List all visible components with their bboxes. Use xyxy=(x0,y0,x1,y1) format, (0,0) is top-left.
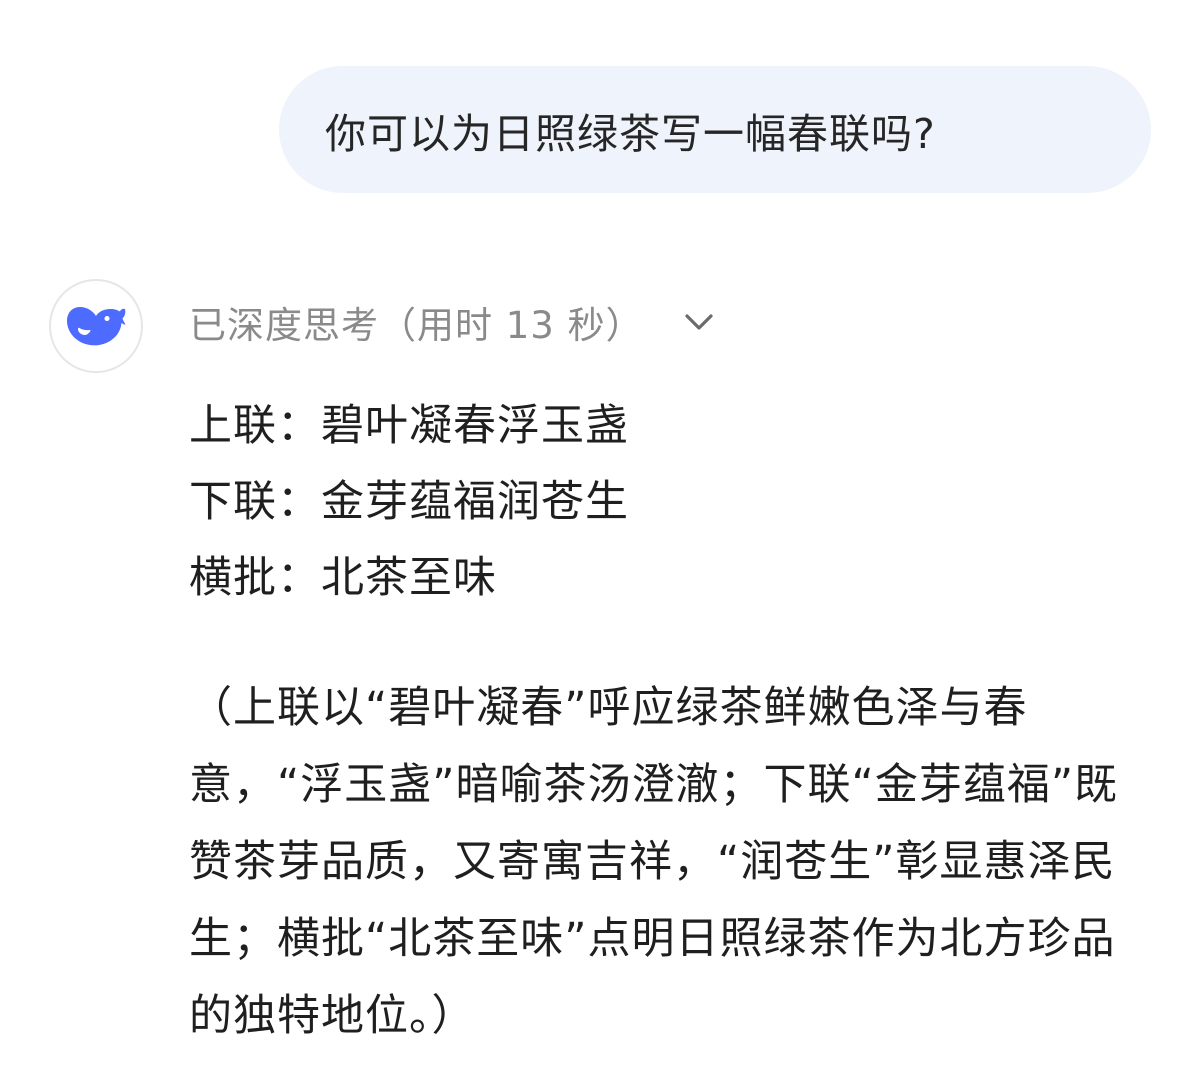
couplet-upper-line: 上联：碧叶凝春浮玉盏 xyxy=(189,401,629,451)
couplet-block: 上联：碧叶凝春浮玉盏 下联：金芽蕴福润苍生 横批：北茶至味 xyxy=(189,388,629,616)
couplet-explanation: （上联以“碧叶凝春”呼应绿茶鲜嫩色泽与春意，“浮玉盏”暗喻茶汤澄澈；下联“金芽蕴… xyxy=(189,683,1119,1041)
assistant-avatar xyxy=(49,279,143,373)
deepseek-whale-icon xyxy=(67,307,126,346)
couplet-horizontal-line: 横批：北茶至味 xyxy=(189,553,497,603)
thinking-toggle[interactable]: 已深度思考（用时 13 秒） xyxy=(189,290,714,354)
chevron-down-icon xyxy=(684,313,714,331)
chat-page: 你可以为日照绿茶写一幅春联吗? 已深度思考（用时 13 秒） 上联：碧叶凝春浮玉… xyxy=(0,0,1200,1076)
thinking-label: 已深度思考（用时 13 秒） xyxy=(189,304,644,347)
user-message-bubble: 你可以为日照绿茶写一幅春联吗? xyxy=(279,66,1151,193)
couplet-lower-line: 下联：金芽蕴福润苍生 xyxy=(189,477,629,527)
user-message-text: 你可以为日照绿茶写一幅春联吗? xyxy=(325,109,936,158)
